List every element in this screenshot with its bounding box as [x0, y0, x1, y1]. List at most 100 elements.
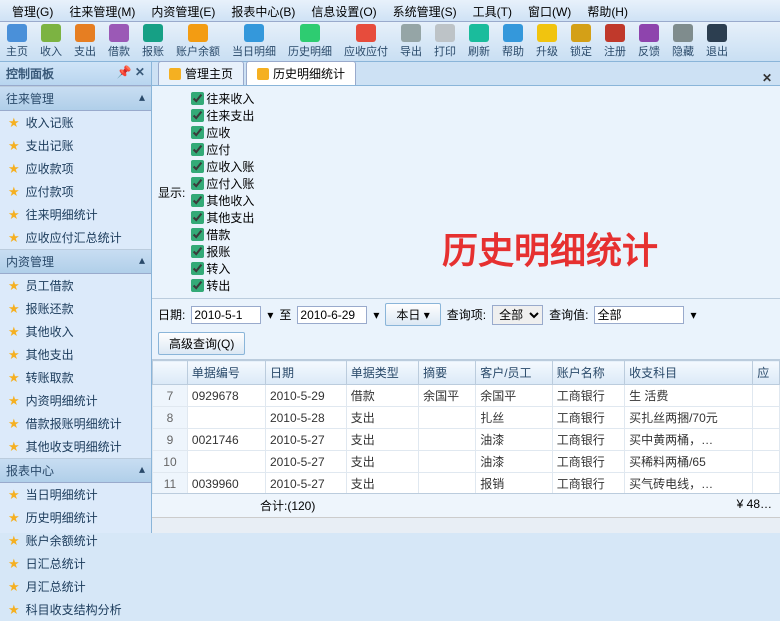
- sidebar-title: 控制面板📌 ✕: [0, 62, 151, 86]
- sidebar-item[interactable]: ★应收款项: [0, 157, 151, 180]
- sidebar-item[interactable]: ★其他收支明细统计: [0, 435, 151, 458]
- sidebar-item[interactable]: ★往来明细统计: [0, 203, 151, 226]
- filter-checkbox[interactable]: 其他收入: [191, 192, 254, 209]
- menu-item[interactable]: 内资管理(E): [143, 0, 223, 21]
- col-header[interactable]: 单据编号: [187, 361, 265, 385]
- row-count: 合计:(120): [260, 497, 315, 514]
- date-to-input[interactable]: [297, 306, 367, 324]
- main-toolbar: 主页收入支出借款报账账户余额当日明细历史明细应收应付导出打印刷新帮助升级锁定注册…: [0, 22, 780, 62]
- query-value-input[interactable]: [594, 306, 684, 324]
- sidebar-item[interactable]: ★科目收支结构分析: [0, 598, 151, 621]
- sidebar-item[interactable]: ★其他收入: [0, 320, 151, 343]
- filter-checkbox[interactable]: 往来收入: [191, 90, 254, 107]
- filter-checkbox[interactable]: 转入: [191, 260, 254, 277]
- sidebar-item[interactable]: ★应付款项: [0, 180, 151, 203]
- col-header[interactable]: [153, 361, 188, 385]
- star-icon: ★: [8, 230, 20, 246]
- star-icon: ★: [8, 115, 20, 131]
- filter-checkbox[interactable]: 其他支出: [191, 209, 254, 226]
- filter-checkbox[interactable]: 应付入账: [191, 175, 254, 192]
- today-button[interactable]: 本日 ▾: [385, 303, 440, 326]
- sidebar-item[interactable]: ★账户余额统计: [0, 529, 151, 552]
- col-header[interactable]: 收支科目: [625, 361, 753, 385]
- menu-item[interactable]: 系统管理(S): [385, 0, 465, 21]
- toolbar-button-隐藏[interactable]: 隐藏: [666, 22, 700, 61]
- toolbar-button-支出[interactable]: 支出: [68, 22, 102, 61]
- sidebar-item[interactable]: ★转账取款: [0, 366, 151, 389]
- filter-checkbox[interactable]: 往来支出: [191, 107, 254, 124]
- sidebar-item[interactable]: ★日汇总统计: [0, 552, 151, 575]
- toolbar-button-主页[interactable]: 主页: [0, 22, 34, 61]
- date-from-input[interactable]: [191, 306, 261, 324]
- sidebar-group-header[interactable]: 往来管理▴: [0, 86, 151, 111]
- table-row[interactable]: 900217462010-5-27支出油漆工商银行买中黄两桶，…: [153, 429, 780, 451]
- filter-checkbox[interactable]: 应收: [191, 124, 254, 141]
- toolbar-button-锁定[interactable]: 锁定: [564, 22, 598, 61]
- toolbar-button-历史明细[interactable]: 历史明细: [282, 22, 338, 61]
- toolbar-button-升级[interactable]: 升级: [530, 22, 564, 61]
- table-row[interactable]: 102010-5-27支出油漆工商银行买稀料两桶/65: [153, 451, 780, 473]
- toolbar-button-反馈[interactable]: 反馈: [632, 22, 666, 61]
- col-header[interactable]: 单据类型: [346, 361, 418, 385]
- toolbar-button-当日明细[interactable]: 当日明细: [226, 22, 282, 61]
- adv-query-button[interactable]: 高级查询(Q): [158, 332, 245, 355]
- filter-checkbox[interactable]: 应付: [191, 141, 254, 158]
- table-row[interactable]: 1100399602010-5-27支出报销工商银行买气砖电线，…: [153, 473, 780, 494]
- star-icon: ★: [8, 510, 20, 526]
- toolbar-button-注册[interactable]: 注册: [598, 22, 632, 61]
- tab-close-icon[interactable]: ✕: [754, 71, 780, 85]
- col-header[interactable]: 日期: [265, 361, 346, 385]
- star-icon: ★: [8, 347, 20, 363]
- filter-checkbox[interactable]: 转出: [191, 277, 254, 294]
- menu-item[interactable]: 报表中心(B): [223, 0, 303, 21]
- query-field-select[interactable]: 全部: [492, 305, 543, 325]
- toolbar-button-退出[interactable]: 退出: [700, 22, 734, 61]
- menu-item[interactable]: 管理(G): [4, 0, 61, 21]
- table-row[interactable]: 709296782010-5-29借款余国平余国平工商银行生 活费: [153, 385, 780, 407]
- pin-icon[interactable]: 📌 ✕: [117, 65, 145, 82]
- sidebar-item[interactable]: ★其他支出: [0, 343, 151, 366]
- toolbar-button-帮助[interactable]: 帮助: [496, 22, 530, 61]
- sidebar-item[interactable]: ★历史明细统计: [0, 506, 151, 529]
- sidebar-item[interactable]: ★借款报账明细统计: [0, 412, 151, 435]
- col-header[interactable]: 账户名称: [552, 361, 624, 385]
- menu-item[interactable]: 信息设置(O): [303, 0, 384, 21]
- data-grid[interactable]: 单据编号日期单据类型摘要客户/员工账户名称收支科目应 709296782010-…: [152, 360, 780, 493]
- filter-checkbox[interactable]: 应收入账: [191, 158, 254, 175]
- toolbar-button-导出[interactable]: 导出: [394, 22, 428, 61]
- star-icon: ★: [8, 533, 20, 549]
- sidebar-item[interactable]: ★支出记账: [0, 134, 151, 157]
- toolbar-button-账户余额[interactable]: 账户余额: [170, 22, 226, 61]
- col-header[interactable]: 应: [753, 361, 780, 385]
- sidebar-item[interactable]: ★月汇总统计: [0, 575, 151, 598]
- h-scrollbar[interactable]: [152, 517, 780, 533]
- tab[interactable]: 管理主页: [158, 61, 244, 85]
- tab-icon: [257, 68, 269, 80]
- sidebar-item[interactable]: ★应收应付汇总统计: [0, 226, 151, 249]
- sidebar-item[interactable]: ★内资明细统计: [0, 389, 151, 412]
- sidebar-group-header[interactable]: 报表中心▴: [0, 458, 151, 483]
- tab[interactable]: 历史明细统计: [246, 61, 356, 85]
- table-row[interactable]: 82010-5-28支出扎丝工商银行买扎丝两捆/70元: [153, 407, 780, 429]
- menu-item[interactable]: 往来管理(M): [61, 0, 143, 21]
- date-label: 日期:: [158, 306, 185, 323]
- sidebar-item[interactable]: ★报账还款: [0, 297, 151, 320]
- toolbar-button-打印[interactable]: 打印: [428, 22, 462, 61]
- toolbar-button-刷新[interactable]: 刷新: [462, 22, 496, 61]
- filter-checkbox[interactable]: 报账: [191, 243, 254, 260]
- menu-item[interactable]: 工具(T): [465, 0, 520, 21]
- sidebar-item[interactable]: ★员工借款: [0, 274, 151, 297]
- sidebar-group-header[interactable]: 内资管理▴: [0, 249, 151, 274]
- sidebar-item[interactable]: ★收入记账: [0, 111, 151, 134]
- col-header[interactable]: 摘要: [419, 361, 476, 385]
- col-header[interactable]: 客户/员工: [476, 361, 553, 385]
- filter-checkbox[interactable]: 借款: [191, 226, 254, 243]
- toolbar-button-收入[interactable]: 收入: [34, 22, 68, 61]
- toolbar-button-借款[interactable]: 借款: [102, 22, 136, 61]
- toolbar-button-报账[interactable]: 报账: [136, 22, 170, 61]
- sidebar-item[interactable]: ★当日明细统计: [0, 483, 151, 506]
- toolbar-button-应收应付[interactable]: 应收应付: [338, 22, 394, 61]
- menu-item[interactable]: 帮助(H): [579, 0, 636, 21]
- star-icon: ★: [8, 579, 20, 595]
- menu-item[interactable]: 窗口(W): [520, 0, 579, 21]
